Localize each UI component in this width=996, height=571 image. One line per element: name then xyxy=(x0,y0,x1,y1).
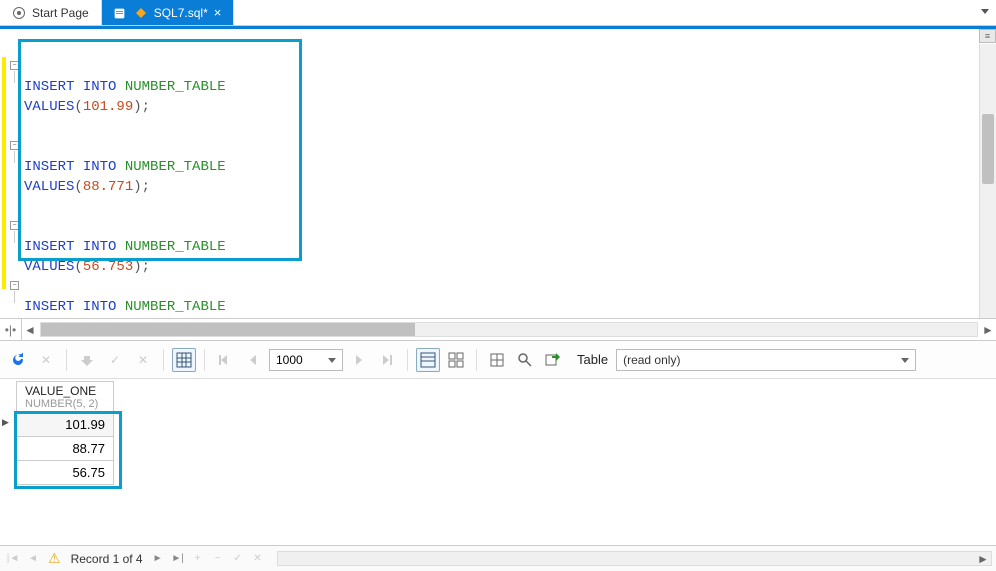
hsplit-handle[interactable]: •|• xyxy=(0,319,22,340)
confirm-edit-button[interactable]: ✓ xyxy=(229,550,247,568)
grid-cell[interactable]: 56.75 xyxy=(16,461,114,485)
refresh-button[interactable] xyxy=(6,348,30,372)
tab-start-page[interactable]: Start Page xyxy=(0,0,102,25)
find-button[interactable] xyxy=(513,348,537,372)
editor-hscroll-bar: •|• ◄ ► xyxy=(0,319,996,341)
hscroll-thumb[interactable] xyxy=(41,323,415,336)
table-label: Table xyxy=(577,352,608,367)
fold-line xyxy=(14,71,15,83)
results-toolbar: ✕ ✓ ✕ 1000 Table (read only) xyxy=(0,341,996,379)
change-marker xyxy=(2,57,6,289)
prev-page-button[interactable] xyxy=(241,348,265,372)
fold-toggle[interactable]: − xyxy=(10,141,19,150)
grid-cell[interactable]: 101.99 xyxy=(16,413,114,437)
hscroll-right-icon[interactable]: ► xyxy=(980,322,996,337)
hscroll-left-icon[interactable]: ◄ xyxy=(22,322,38,337)
rollback-button[interactable]: ✕ xyxy=(131,348,155,372)
scroll-thumb[interactable] xyxy=(982,114,994,184)
fold-toggle[interactable]: − xyxy=(10,61,19,70)
results-grid: VALUE_ONE NUMBER(5, 2) ▶ 101.99 88.77 56… xyxy=(0,379,996,523)
status-bar: |◄ ◄ ⚠ Record 1 of 4 ► ►| + − ✓ ✕ ► xyxy=(0,545,996,571)
pivot-button[interactable] xyxy=(485,348,509,372)
cancel-button[interactable]: ✕ xyxy=(34,348,58,372)
fold-line xyxy=(14,291,15,303)
fetch-size-value: 1000 xyxy=(276,353,303,367)
status-hscroll[interactable]: ► xyxy=(277,551,992,566)
close-tab-icon[interactable]: × xyxy=(214,5,222,20)
tab-label: SQL7.sql* xyxy=(154,6,208,20)
grid-mode-button[interactable] xyxy=(172,348,196,372)
hscroll-track[interactable] xyxy=(40,322,978,337)
column-header[interactable]: VALUE_ONE NUMBER(5, 2) xyxy=(16,381,114,413)
hscroll-right-icon[interactable]: ► xyxy=(975,552,991,565)
warning-icon: ⚠ xyxy=(48,550,61,567)
chevron-down-icon xyxy=(901,356,909,364)
nav-last-button[interactable]: ►| xyxy=(169,550,187,568)
export-button[interactable] xyxy=(541,348,565,372)
column-name: VALUE_ONE xyxy=(25,384,105,398)
fold-line xyxy=(14,231,15,243)
apply-button[interactable]: ✓ xyxy=(103,348,127,372)
fetch-size-select[interactable]: 1000 xyxy=(269,349,343,371)
current-row-marker: ▶ xyxy=(2,417,9,428)
first-page-button[interactable] xyxy=(213,348,237,372)
sql-file-icon xyxy=(114,6,128,20)
record-position: Record 1 of 4 xyxy=(71,552,143,566)
nav-first-button[interactable]: |◄ xyxy=(4,550,22,568)
tab-sql-file[interactable]: SQL7.sql* × xyxy=(102,0,235,25)
delete-row-button[interactable]: − xyxy=(209,550,227,568)
nav-prev-button[interactable]: ◄ xyxy=(24,550,42,568)
view-grid-button[interactable] xyxy=(416,348,440,372)
fold-toggle[interactable]: − xyxy=(10,221,19,230)
tab-label: Start Page xyxy=(32,6,89,20)
editor-content[interactable]: INSERT INTO NUMBER_TABLE VALUES(101.99);… xyxy=(24,33,976,316)
tabs-dropdown-icon[interactable] xyxy=(980,6,990,16)
table-mode-value: (read only) xyxy=(623,353,680,367)
nav-next-button[interactable]: ► xyxy=(149,550,167,568)
sql-editor[interactable]: − − − − INSERT INTO NUMBER_TABLE VALUES(… xyxy=(0,29,996,319)
last-page-button[interactable] xyxy=(375,348,399,372)
cancel-edit-button[interactable]: ✕ xyxy=(249,550,267,568)
editor-vscroll[interactable] xyxy=(979,44,996,318)
next-page-button[interactable] xyxy=(347,348,371,372)
fold-line xyxy=(14,151,15,163)
start-page-icon xyxy=(12,6,26,20)
modified-icon xyxy=(134,6,148,20)
editor-gutter: − − − − xyxy=(2,33,22,316)
editor-split-grip[interactable]: ≡ xyxy=(979,29,996,43)
table-mode-select[interactable]: (read only) xyxy=(616,349,916,371)
commit-button[interactable] xyxy=(75,348,99,372)
grid-rows: 101.99 88.77 56.75 xyxy=(16,413,114,485)
add-row-button[interactable]: + xyxy=(189,550,207,568)
grid-cell[interactable]: 88.77 xyxy=(16,437,114,461)
tab-bar: Start Page SQL7.sql* × xyxy=(0,0,996,26)
fold-toggle[interactable]: − xyxy=(10,281,19,290)
chevron-down-icon xyxy=(328,356,336,364)
column-type: NUMBER(5, 2) xyxy=(25,398,105,410)
view-card-button[interactable] xyxy=(444,348,468,372)
